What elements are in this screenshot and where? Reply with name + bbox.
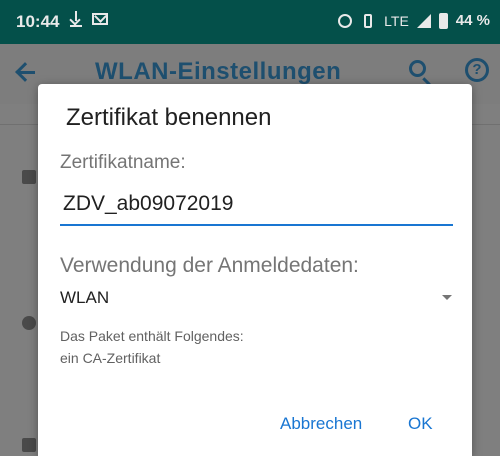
status-bar: 10:44 LTE 44 %	[0, 0, 500, 44]
alarm-icon	[338, 13, 353, 28]
notification-icon	[22, 438, 36, 452]
package-info-heading: Das Paket enthält Folgendes:	[60, 328, 244, 344]
credential-usage-select[interactable]: WLAN	[60, 282, 452, 312]
ok-button[interactable]: OK	[402, 410, 439, 438]
signal-icon	[416, 13, 431, 28]
settings-icon	[22, 170, 36, 184]
battery-level: 44 %	[455, 12, 490, 29]
name-certificate-dialog: Zertifikat benennen Zertifikatname: Verw…	[38, 84, 472, 456]
app-bar-title: WLAN-Einstellungen	[95, 58, 342, 85]
dropdown-arrow-icon	[442, 295, 452, 300]
cancel-button[interactable]: Abbrechen	[274, 410, 368, 438]
status-notifications	[70, 11, 108, 27]
screen: 10:44 LTE 44 % WLAN-Einstellungen ? Zert…	[0, 0, 500, 456]
credential-usage-value: WLAN	[60, 288, 110, 307]
vibrate-icon	[364, 13, 373, 28]
certificate-name-input[interactable]	[60, 188, 453, 226]
back-arrow-icon[interactable]	[14, 60, 38, 84]
dialog-title: Zertifikat benennen	[66, 104, 272, 131]
help-icon[interactable]: ?	[465, 58, 489, 82]
download-icon	[70, 11, 82, 27]
network-type: LTE	[384, 12, 409, 29]
status-time: 10:44	[16, 12, 60, 31]
package-info-content: ein CA-Zertifikat	[60, 350, 161, 366]
search-icon[interactable]	[409, 60, 426, 77]
battery-icon	[438, 12, 448, 29]
credential-usage-label: Verwendung der Anmeldedaten:	[60, 254, 359, 277]
certificate-name-label: Zertifikatname:	[60, 152, 186, 173]
status-system-icons: LTE 44 %	[338, 12, 490, 29]
mail-icon	[92, 13, 108, 25]
settings-icon	[22, 316, 36, 330]
